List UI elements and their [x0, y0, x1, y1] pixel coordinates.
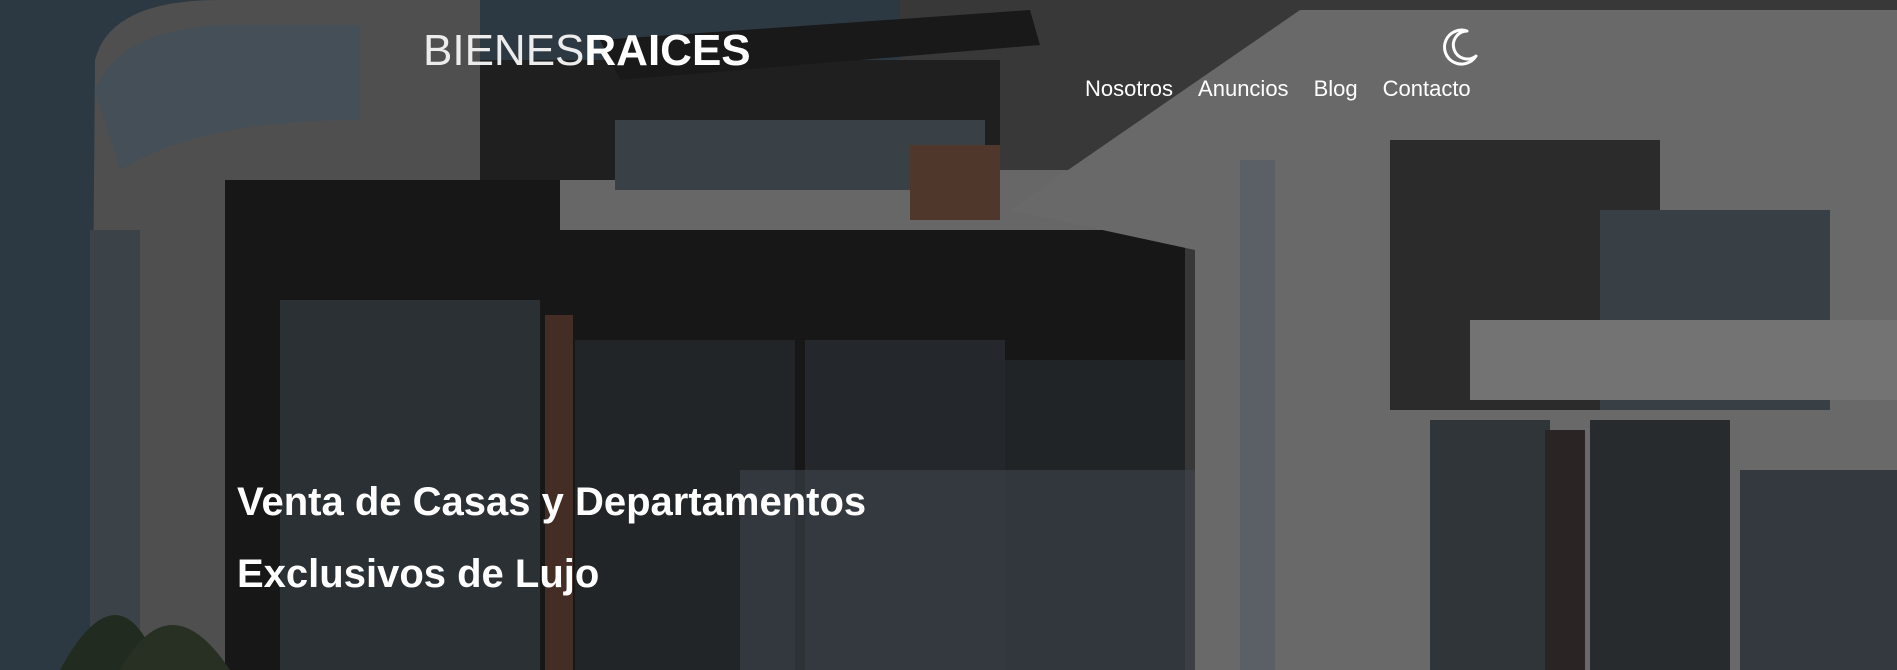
- nav-link-contacto[interactable]: Contacto: [1383, 74, 1471, 104]
- site-logo[interactable]: BIENESRAICES: [423, 26, 751, 76]
- nav-link-blog[interactable]: Blog: [1314, 74, 1358, 104]
- headline-line-1: Venta de Casas y Departamentos: [237, 480, 867, 524]
- hero-headline: Venta de Casas y Departamentos Exclusivo…: [237, 466, 866, 610]
- headline-line-2: Exclusivos de Lujo: [237, 552, 600, 596]
- logo-text-light: BIENES: [423, 26, 585, 75]
- main-navigation: Nosotros Anuncios Blog Contacto: [1085, 74, 1471, 104]
- hero-header: BIENESRAICES Nosotros Anuncios Blog Cont…: [0, 0, 1897, 670]
- nav-link-anuncios[interactable]: Anuncios: [1198, 74, 1289, 104]
- moon-icon[interactable]: [1438, 25, 1482, 69]
- logo-text-bold: RAICES: [584, 26, 751, 75]
- nav-link-nosotros[interactable]: Nosotros: [1085, 74, 1173, 104]
